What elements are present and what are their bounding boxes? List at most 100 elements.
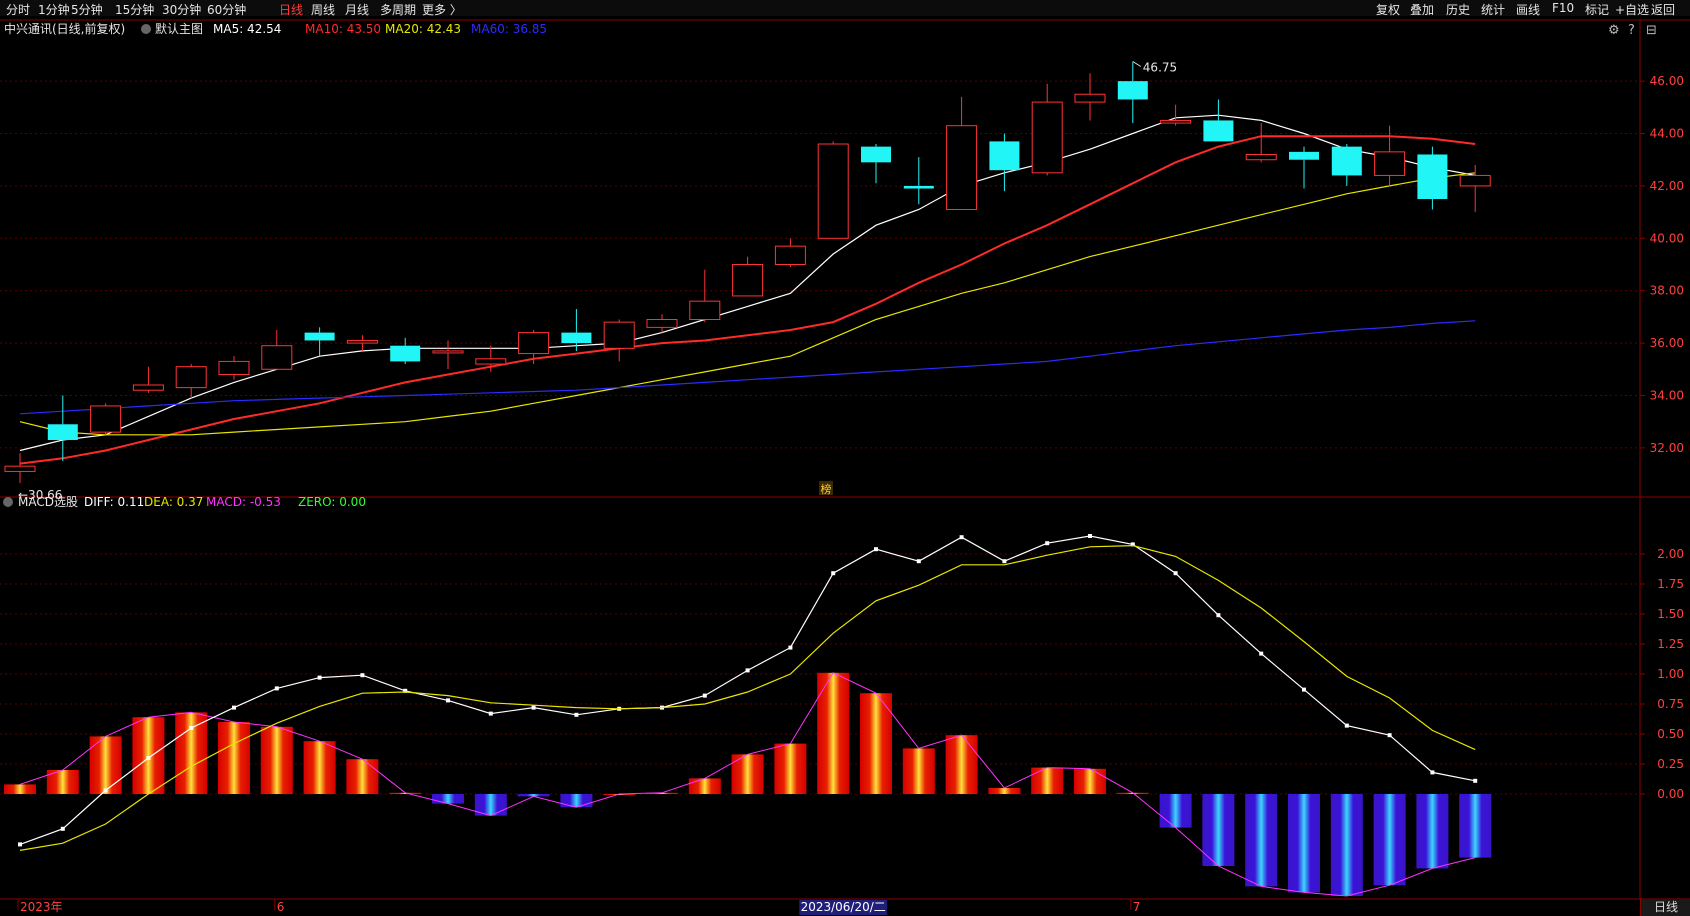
candle-body-up	[432, 350, 464, 354]
macd-bar	[1459, 794, 1492, 858]
macd-y-tick-label: 0.25	[1657, 757, 1684, 771]
macd-bar	[1288, 794, 1320, 893]
diff-point	[1216, 613, 1221, 618]
diff-point	[1173, 571, 1178, 576]
main-y-tick-label: 34.00	[1650, 388, 1684, 402]
candle-body-up	[1031, 101, 1063, 174]
candle-body-down	[390, 345, 421, 362]
candle-body-up	[132, 384, 164, 391]
diff-point	[1088, 534, 1092, 538]
diff-point	[959, 535, 964, 540]
macd-bar	[1159, 794, 1192, 828]
candle-body-down	[1417, 154, 1448, 200]
diff-point	[916, 559, 921, 564]
macd-legend-item: ZERO: 0.00	[298, 495, 366, 509]
macd-bar	[688, 778, 721, 794]
diff-point	[1473, 778, 1478, 783]
candle-body-up	[689, 300, 721, 321]
panel-icon: ?	[1628, 23, 1635, 38]
main-legend-item: MA5: 42.54	[213, 22, 281, 36]
macd-bar	[1031, 767, 1064, 794]
macd-y-tick-label: 1.75	[1657, 577, 1684, 591]
diff-point	[317, 675, 322, 680]
candle-body-up	[218, 360, 250, 376]
macd-title: MACD选股	[18, 495, 78, 509]
main-legend-item: MA10: 43.50	[305, 22, 381, 36]
diff-point	[360, 673, 365, 678]
candle-body-down	[1331, 146, 1362, 176]
macd-bar	[218, 722, 250, 794]
macd-y-tick-label: 0.50	[1657, 727, 1684, 741]
diff-point	[488, 711, 493, 716]
period-label: 日线	[1640, 899, 1690, 916]
macd-legend-item: MACD: -0.53	[206, 495, 281, 509]
diff-point	[103, 788, 108, 793]
macd-bar	[988, 788, 1021, 794]
candle-body-down	[47, 424, 78, 440]
candle-body-up	[946, 125, 978, 210]
candle-body-up	[346, 339, 378, 344]
candle-body-down	[861, 146, 891, 163]
ma-line-ma10	[19, 135, 1476, 465]
macd-bar	[1330, 794, 1363, 896]
candle-body-up	[90, 405, 122, 433]
candle-body-up	[175, 366, 207, 389]
diff-point	[574, 712, 579, 717]
candle-body-up	[646, 319, 678, 328]
time-label: 7	[1133, 900, 1141, 914]
macd-y-tick-label: 0.75	[1657, 697, 1684, 711]
main-y-tick-label: 44.00	[1650, 127, 1684, 141]
macd-bar	[175, 712, 208, 794]
diff-point	[232, 705, 236, 710]
diff-point	[1045, 541, 1050, 546]
candle-body-up	[4, 465, 36, 472]
diff-point	[874, 547, 878, 552]
main-title: 中兴通讯(日线,前复权)	[4, 21, 125, 36]
macd-y-tick-label: 1.00	[1657, 667, 1684, 681]
macd-bar	[303, 741, 336, 794]
toolbar-action-5[interactable]: F10	[1552, 1, 1574, 15]
diff-point	[1302, 687, 1306, 692]
macd-bar	[560, 794, 593, 808]
chart-area: 32.00 34.00 36.00 38.00 40.00 42.00 44.00 46.00…	[0, 19, 1690, 915]
candle-body-up	[817, 143, 849, 239]
diff-point	[1002, 559, 1007, 564]
macd-legend-item: DIFF: 0.11	[84, 495, 144, 509]
time-label: 6	[277, 900, 285, 914]
macd-bar	[1202, 794, 1235, 866]
candle-body-up	[774, 245, 806, 266]
diff-point	[1430, 770, 1435, 775]
candle-body-down	[1289, 151, 1319, 160]
main-y-tick-label: 36.00	[1650, 336, 1684, 350]
macd-legend-item: DEA: 0.37	[144, 495, 203, 509]
macd-y-tick-label: 2.00	[1657, 547, 1684, 561]
candle-body-down	[1117, 81, 1148, 100]
diff-point	[745, 668, 750, 673]
high-pointer	[1132, 61, 1142, 67]
diff-point	[1344, 723, 1349, 728]
candle-body-up	[603, 321, 635, 349]
macd-bar	[1373, 794, 1406, 886]
indicator-menu-icon	[141, 24, 151, 34]
time-label: 2023年	[20, 900, 63, 914]
indicator-name: 默认主图	[155, 21, 203, 36]
diff-point	[274, 686, 279, 691]
macd-bar	[774, 743, 807, 794]
macd-bar	[132, 717, 165, 794]
diff-point	[18, 842, 22, 847]
diff-point	[831, 571, 836, 576]
diff-point	[702, 693, 707, 698]
main-legend-item: MA60: 36.85	[471, 22, 547, 36]
macd-y-tick-label: 0.00	[1657, 787, 1684, 801]
main-y-tick-label: 42.00	[1650, 179, 1684, 193]
macd-y-tick-label: 1.25	[1657, 637, 1684, 651]
main-legend-item: MA20: 42.43	[385, 22, 461, 36]
main-y-tick-label: 46.00	[1650, 74, 1684, 88]
macd-bar	[1074, 768, 1106, 794]
candle-body-up	[261, 345, 293, 370]
macd-bar	[1416, 794, 1449, 869]
panel-icon: ⚙	[1608, 23, 1620, 38]
diff-point	[788, 645, 793, 650]
macd-bar	[945, 735, 978, 794]
toolbar: 分时 1分钟 5分钟 15分钟 30分钟 60分钟 日线 周线 月线 多周期 更多 〉复权 叠加 历史统…	[0, 0, 1690, 17]
